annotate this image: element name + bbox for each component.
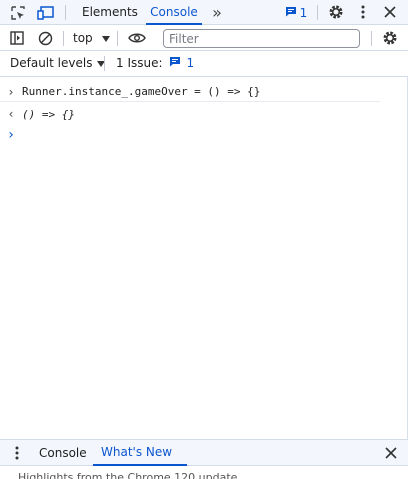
device-toolbar-icon[interactable] (36, 3, 56, 22)
clear-console-icon[interactable] (36, 29, 54, 47)
tab-console-label: Console (150, 5, 198, 19)
drawer-tab-whats-new[interactable]: What's New × (93, 440, 187, 479)
toolbar-separator-2 (117, 31, 118, 46)
drawer-tab-console-label: Console (39, 446, 87, 460)
message-icon (285, 6, 297, 20)
drawer-close-icon[interactable] (382, 444, 400, 462)
sidebar-toggle-icon[interactable] (8, 29, 26, 47)
more-vertical-icon[interactable] (355, 2, 371, 22)
drawer-tabbar: Console What's New × (0, 439, 408, 479)
whats-new-heading: Highlights from the Chrome 120 update (18, 471, 238, 479)
console-result-value: () => {} (22, 107, 75, 121)
console-input-code: Runner.instance_.gameOver = () => {} (22, 85, 261, 98)
inspect-element-icon[interactable] (8, 3, 28, 22)
console-toolbar: top (0, 25, 408, 51)
issues-counter-button[interactable]: 1 (284, 3, 308, 22)
tab-elements[interactable]: Elements (82, 0, 138, 25)
tabbar-separator-right (317, 5, 318, 20)
issues-label: 1 Issue: (116, 56, 163, 70)
drawer-more-vertical-icon[interactable] (10, 444, 24, 462)
tab-console[interactable]: Console (146, 0, 202, 25)
levels-bar: Default levels 1 Issue: 1 (0, 51, 408, 77)
issues-count: 1 (299, 5, 308, 20)
toolbar-separator-3 (371, 31, 372, 46)
eye-icon[interactable] (126, 29, 148, 47)
result-chevron-icon: ‹ (8, 107, 14, 121)
toolbar-separator (63, 31, 64, 46)
chevron-double-right-icon[interactable]: » (208, 2, 226, 22)
console-input-line: › Runner.instance_.gameOver = () => {} (0, 82, 380, 102)
dropdown-arrow-icon (101, 31, 110, 45)
prompt-chevron-icon: › (8, 127, 14, 143)
more-tabs-glyph: » (212, 2, 222, 22)
drawer-tab-whats-new-label: What's New (101, 445, 173, 459)
console-settings-gear-icon[interactable] (380, 28, 400, 48)
devtools-tabbar: Elements Console » 1 (0, 0, 408, 25)
console-prompt-line[interactable]: › (0, 125, 380, 145)
issues-count-2: 1 (186, 56, 195, 70)
context-selector[interactable]: top (73, 29, 110, 47)
log-levels-label: Default levels (10, 56, 93, 70)
tabbar-separator (65, 5, 66, 20)
tab-elements-label: Elements (82, 5, 138, 19)
drawer-tab-console[interactable]: Console (39, 440, 87, 466)
filter-input[interactable] (163, 29, 360, 48)
close-icon[interactable] (381, 2, 399, 22)
whats-new-panel: Highlights from the Chrome 120 update (0, 466, 408, 479)
context-selector-value: top (73, 31, 93, 45)
console-output: › Runner.instance_.gameOver = () => {} ‹… (0, 77, 408, 439)
log-levels-dropdown[interactable]: Default levels (10, 56, 106, 70)
issue-message-icon (169, 56, 181, 70)
gear-icon[interactable] (326, 2, 346, 22)
levels-separator (104, 56, 105, 71)
input-chevron-icon: › (8, 84, 14, 99)
issues-link[interactable]: 1 Issue: 1 (116, 56, 194, 70)
console-result-line: ‹ () => {} (0, 104, 380, 124)
